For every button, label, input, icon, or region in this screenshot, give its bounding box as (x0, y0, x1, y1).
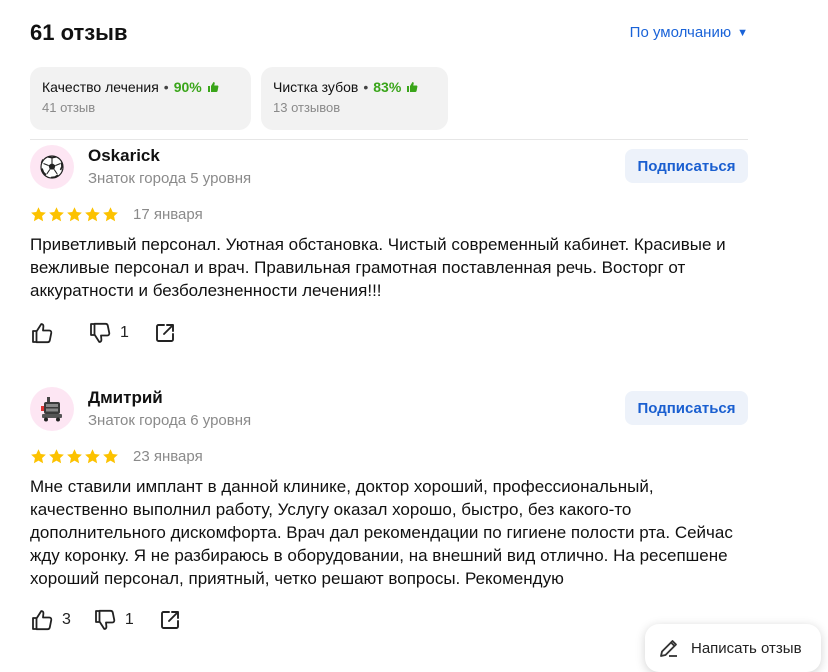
thumbs-up-outline-icon (32, 610, 53, 631)
star-icon (103, 449, 118, 464)
star-icon (67, 207, 82, 222)
review-actions: 1 (30, 321, 177, 345)
review-count: 61 отзыв (30, 20, 128, 45)
star-icon (49, 207, 64, 222)
subscribe-button[interactable]: Подписаться (625, 391, 748, 425)
avatar[interactable] (30, 145, 74, 189)
aspect-chips: Качество лечения • 90% 41 отзыв Чистка з… (30, 67, 448, 130)
aspect-percent: 90% (173, 79, 202, 95)
thumbs-down-outline-icon (90, 322, 111, 343)
rating-stars (30, 206, 119, 223)
dislike-button[interactable]: 1 (88, 321, 129, 345)
author-name[interactable]: Oskarick (88, 146, 160, 166)
subscribe-button[interactable]: Подписаться (625, 149, 748, 183)
robot-icon (41, 397, 62, 422)
like-button[interactable] (30, 321, 62, 345)
like-button[interactable]: 3 (30, 608, 71, 632)
separator-dot: • (363, 79, 369, 95)
write-review-label: Написать отзыв (691, 639, 802, 657)
divider (30, 139, 748, 140)
aspect-name: Чистка зубов (273, 79, 359, 95)
aspect-chip-teeth-cleaning[interactable]: Чистка зубов • 83% 13 отзывов (261, 67, 448, 130)
aspect-review-count: 41 отзыв (42, 100, 96, 115)
pencil-icon (660, 640, 677, 657)
write-review-button[interactable]: Написать отзыв (645, 624, 821, 672)
avatar[interactable] (30, 387, 74, 431)
rating-stars (30, 448, 119, 465)
author-name[interactable]: Дмитрий (88, 388, 163, 408)
dislike-button[interactable]: 1 (93, 608, 134, 632)
chevron-down-icon: ▼ (737, 27, 748, 39)
separator-dot: • (163, 79, 169, 95)
dislike-count: 1 (124, 611, 134, 628)
thumbs-up-outline-icon (32, 323, 53, 344)
review-date: 23 января (133, 448, 203, 465)
share-icon (160, 611, 179, 629)
share-button[interactable] (153, 321, 177, 345)
aspect-percent: 83% (373, 79, 402, 95)
star-icon (49, 449, 64, 464)
share-button[interactable] (158, 608, 182, 632)
star-icon (31, 207, 46, 222)
reviews-header: 61 отзыв По умолчанию ▼ (30, 20, 748, 50)
star-icon (103, 207, 118, 222)
thumbs-down-outline-icon (95, 609, 116, 630)
review-actions: 3 1 (30, 608, 182, 632)
review-date: 17 января (133, 206, 203, 223)
sort-label: По умолчанию (629, 24, 732, 41)
aspect-chip-treatment-quality[interactable]: Качество лечения • 90% 41 отзыв (30, 67, 251, 130)
review-text: Мне ставили имплант в данной клинике, до… (30, 477, 733, 588)
star-icon (85, 449, 100, 464)
star-icon (67, 449, 82, 464)
thumbs-up-icon (407, 82, 418, 92)
sort-dropdown[interactable]: По умолчанию ▼ (630, 24, 748, 41)
author-level: Знаток города 6 уровня (88, 412, 252, 429)
dislike-count: 1 (120, 324, 129, 341)
soccer-ball-icon (40, 155, 64, 179)
author-level: Знаток города 5 уровня (88, 170, 252, 187)
thumbs-up-icon (207, 82, 219, 92)
share-icon (155, 324, 174, 342)
review-text: Приветливый персонал. Уютная обстановка.… (30, 235, 726, 300)
star-icon (31, 449, 46, 464)
aspect-review-count: 13 отзывов (273, 100, 341, 115)
like-count: 3 (62, 611, 71, 628)
star-icon (85, 207, 100, 222)
aspect-name: Качество лечения (42, 79, 159, 95)
